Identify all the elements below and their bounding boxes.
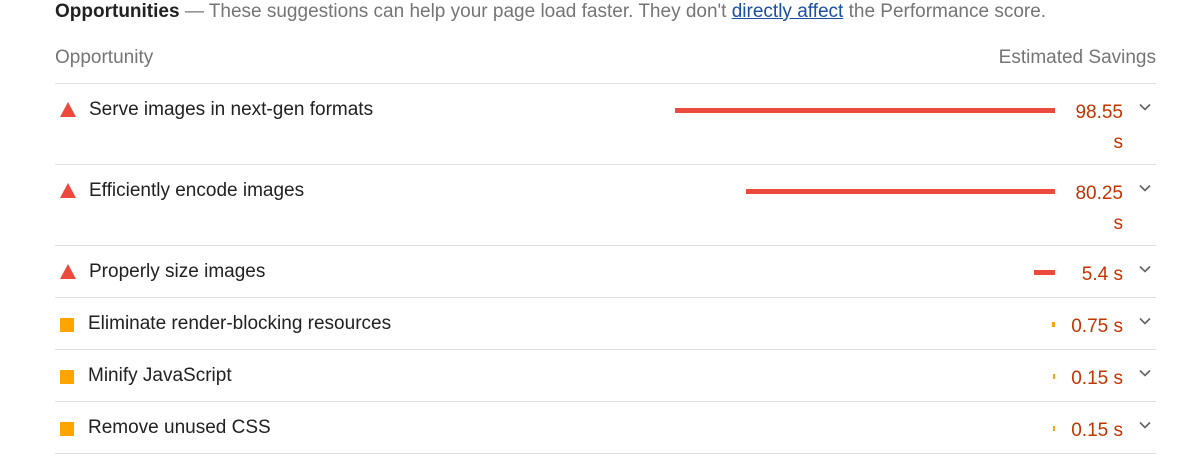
- column-header-row: Opportunity Estimated Savings: [55, 47, 1156, 84]
- chevron-down-icon[interactable]: [1138, 418, 1152, 432]
- opportunity-title: Serve images in next-gen formats: [89, 99, 374, 120]
- estimated-savings-column-header: Estimated Savings: [998, 47, 1156, 68]
- opportunity-row[interactable]: Properly size images 5.4 s: [55, 246, 1156, 298]
- opportunity-column-header: Opportunity: [55, 47, 154, 68]
- opportunity-title: Minify JavaScript: [88, 365, 232, 386]
- average-square-icon: [60, 370, 74, 384]
- section-description-start: — These suggestions can help your page l…: [179, 1, 732, 22]
- opportunity-row[interactable]: Remove unused CSS 0.15 s: [55, 402, 1156, 454]
- average-square-icon: [60, 318, 74, 332]
- section-header: Opportunities — These suggestions can he…: [55, 0, 1156, 24]
- directly-affect-link[interactable]: directly affect: [732, 1, 844, 22]
- opportunity-row[interactable]: Serve images in next-gen formats 98.55 s: [55, 84, 1156, 165]
- savings-value: 98.55 s: [1075, 102, 1123, 153]
- section-title: Opportunities: [55, 1, 180, 22]
- savings-value: 0.15 s: [1071, 368, 1123, 389]
- opportunity-title: Eliminate render-blocking resources: [88, 313, 392, 334]
- section-description-end: the Performance score.: [843, 1, 1047, 22]
- warning-triangle-icon: [60, 264, 76, 279]
- chevron-down-icon[interactable]: [1138, 366, 1152, 380]
- savings-bar: [746, 189, 1055, 194]
- average-square-icon: [60, 422, 74, 436]
- warning-triangle-icon: [60, 183, 76, 198]
- opportunity-title: Properly size images: [89, 261, 266, 282]
- savings-bar: [675, 108, 1055, 113]
- chevron-down-icon[interactable]: [1138, 100, 1152, 114]
- savings-bar: [1052, 322, 1055, 327]
- savings-bar: [1034, 270, 1055, 275]
- savings-bar: [1053, 374, 1055, 379]
- chevron-down-icon[interactable]: [1138, 262, 1152, 276]
- savings-value: 80.25 s: [1075, 183, 1123, 234]
- savings-bar: [1053, 426, 1055, 431]
- savings-value: 5.4 s: [1081, 264, 1123, 285]
- opportunity-row[interactable]: Minify JavaScript 0.15 s: [55, 350, 1156, 402]
- savings-value: 0.15 s: [1071, 420, 1123, 441]
- warning-triangle-icon: [60, 102, 76, 117]
- opportunity-title: Efficiently encode images: [89, 180, 305, 201]
- savings-value: 0.75 s: [1071, 316, 1123, 337]
- opportunity-row[interactable]: Efficiently encode images 80.25 s: [55, 165, 1156, 246]
- opportunities-section: Opportunities — These suggestions can he…: [55, 0, 1156, 454]
- chevron-down-icon[interactable]: [1138, 181, 1152, 195]
- opportunity-row[interactable]: Eliminate render-blocking resources 0.75…: [55, 298, 1156, 350]
- opportunity-title: Remove unused CSS: [88, 417, 271, 438]
- chevron-down-icon[interactable]: [1138, 314, 1152, 328]
